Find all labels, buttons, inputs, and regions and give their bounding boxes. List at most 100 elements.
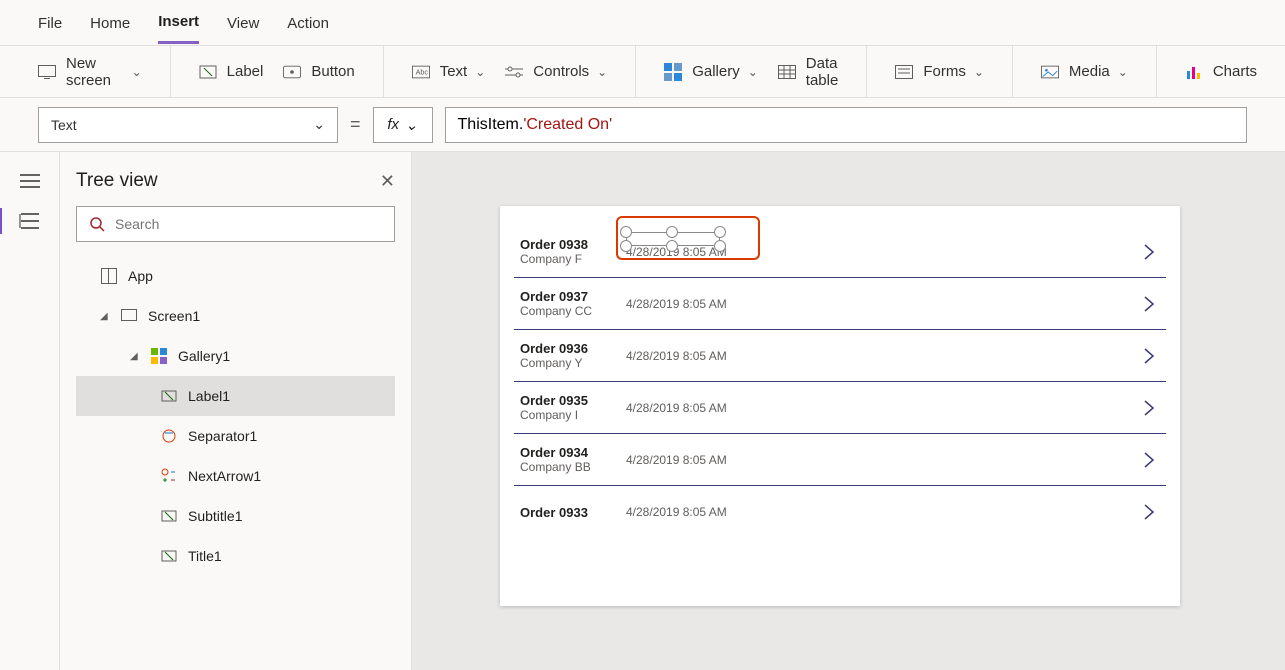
menu-insert[interactable]: Insert (158, 1, 199, 44)
data-table-button[interactable]: Data table (778, 55, 839, 89)
screen-preview[interactable]: Order 0938 Company F 4/28/2019 8:05 AM O… (500, 206, 1180, 606)
order-title: Order 0935 (520, 393, 604, 408)
order-date: 4/28/2019 8:05 AM (626, 401, 727, 415)
new-screen-label: New screen (66, 55, 124, 89)
next-arrow-icon[interactable] (1138, 501, 1160, 523)
menu-file[interactable]: File (38, 3, 62, 43)
list-item[interactable]: Order 0933 4/28/2019 8:05 AM (514, 486, 1166, 538)
formula-bar: Text ⌄ = fx ⌄ ThisItem.'Created On' (0, 98, 1285, 152)
tree-node-label: Title1 (188, 548, 222, 564)
tree-node-label: Gallery1 (178, 348, 230, 364)
tree-search[interactable] (76, 206, 395, 242)
text-icon: Abc (412, 63, 430, 81)
order-subtitle: Company Y (520, 356, 604, 370)
tree-node-subtitle[interactable]: Subtitle1 (76, 496, 395, 536)
order-date: 4/28/2019 8:05 AM (626, 349, 727, 363)
tree-node-gallery[interactable]: ◢ Gallery1 (76, 336, 395, 376)
controls-icon (505, 63, 523, 81)
screen-icon (120, 307, 138, 325)
close-icon[interactable]: ✕ (380, 171, 395, 192)
selection-handle[interactable] (620, 240, 632, 252)
chevron-down-icon: ⌄ (475, 65, 485, 79)
tree-node-separator[interactable]: Separator1 (76, 416, 395, 456)
order-title: Order 0937 (520, 289, 604, 304)
tree-node-nextarrow[interactable]: NextArrow1 (76, 456, 395, 496)
body: Tree view ✕ App ◢ Screen1 ◢ Gallery1 La (0, 152, 1285, 670)
list-item[interactable]: Order 0935 Company I 4/28/2019 8:05 AM (514, 382, 1166, 434)
order-subtitle: Company CC (520, 304, 604, 318)
tree-node-label: App (128, 268, 153, 284)
label-icon (160, 507, 178, 525)
property-selector[interactable]: Text ⌄ (38, 107, 338, 143)
equals-sign: = (350, 114, 361, 135)
fx-label: fx (387, 116, 399, 133)
insert-label-button[interactable]: Label (199, 63, 264, 81)
chevron-down-icon: ⌄ (405, 116, 418, 134)
chevron-down-icon: ⌄ (132, 65, 142, 79)
tree-node-label1[interactable]: Label1 (76, 376, 395, 416)
insert-button-label: Button (311, 63, 354, 80)
list-item[interactable]: Order 0934 Company BB 4/28/2019 8:05 AM (514, 434, 1166, 486)
app-rail (0, 152, 60, 670)
screen-icon (38, 63, 56, 81)
order-subtitle: Company I (520, 408, 604, 422)
new-screen-button[interactable]: New screen ⌄ (38, 55, 142, 89)
menu-action[interactable]: Action (287, 3, 329, 43)
next-arrow-icon[interactable] (1138, 293, 1160, 315)
insert-button-button[interactable]: Button (283, 63, 354, 81)
selection-handle[interactable] (666, 240, 678, 252)
table-icon (778, 63, 796, 81)
forms-dropdown[interactable]: Forms ⌄ (895, 63, 984, 81)
menu-view[interactable]: View (227, 3, 259, 43)
list-item[interactable]: Order 0937 Company CC 4/28/2019 8:05 AM (514, 278, 1166, 330)
tree-view-title: Tree view (76, 170, 158, 192)
selection-handle[interactable] (714, 240, 726, 252)
formula-input[interactable]: ThisItem.'Created On' (445, 107, 1247, 143)
next-arrow-icon[interactable] (1138, 345, 1160, 367)
next-arrow-icon[interactable] (1138, 241, 1160, 263)
selection-handle[interactable] (620, 226, 632, 238)
text-dropdown[interactable]: Abc Text ⌄ (412, 63, 486, 81)
svg-text:Abc: Abc (415, 67, 428, 76)
separator-icon (160, 427, 178, 445)
label-icon (160, 387, 178, 405)
chevron-down-icon: ⌄ (597, 65, 607, 79)
tree-node-screen[interactable]: ◢ Screen1 (76, 296, 395, 336)
next-arrow-icon[interactable] (1138, 397, 1160, 419)
list-item[interactable]: Order 0938 Company F 4/28/2019 8:05 AM (514, 226, 1166, 278)
fx-button[interactable]: fx ⌄ (373, 107, 433, 143)
media-icon (1041, 63, 1059, 81)
media-dropdown[interactable]: Media ⌄ (1041, 63, 1128, 81)
charts-dropdown-label: Charts (1213, 63, 1257, 80)
collapse-icon[interactable]: ◢ (100, 311, 110, 322)
gallery-dropdown[interactable]: Gallery ⌄ (664, 63, 758, 81)
chevron-down-icon: ⌄ (974, 65, 984, 79)
charts-dropdown[interactable]: Charts (1185, 63, 1257, 81)
hamburger-icon[interactable] (19, 170, 41, 192)
selection-handle[interactable] (666, 226, 678, 238)
selection-handle[interactable] (714, 226, 726, 238)
insert-label-label: Label (227, 63, 264, 80)
list-item[interactable]: Order 0936 Company Y 4/28/2019 8:05 AM (514, 330, 1166, 382)
gallery-icon (150, 347, 168, 365)
tree-view-icon[interactable] (19, 210, 41, 232)
menu-home[interactable]: Home (90, 3, 130, 43)
button-icon (283, 63, 301, 81)
controls-dropdown[interactable]: Controls ⌄ (505, 63, 607, 81)
tree-node-app[interactable]: App (76, 256, 395, 296)
order-subtitle: Company BB (520, 460, 604, 474)
gallery-preview[interactable]: Order 0938 Company F 4/28/2019 8:05 AM O… (500, 206, 1180, 558)
next-arrow-icon[interactable] (1138, 449, 1160, 471)
chevron-down-icon: ⌄ (748, 65, 758, 79)
tree-node-title[interactable]: Title1 (76, 536, 395, 576)
tree-search-input[interactable] (115, 216, 382, 232)
formula-token-object: ThisItem (458, 116, 519, 134)
search-icon (89, 216, 105, 232)
tree-node-label: Screen1 (148, 308, 200, 324)
collapse-icon[interactable]: ◢ (130, 351, 140, 362)
chevron-down-icon: ⌄ (313, 116, 325, 133)
canvas[interactable]: Order 0938 Company F 4/28/2019 8:05 AM O… (412, 152, 1285, 670)
order-title: Order 0934 (520, 445, 604, 460)
tree-node-label: NextArrow1 (188, 468, 261, 484)
chevron-down-icon: ⌄ (1118, 65, 1128, 79)
